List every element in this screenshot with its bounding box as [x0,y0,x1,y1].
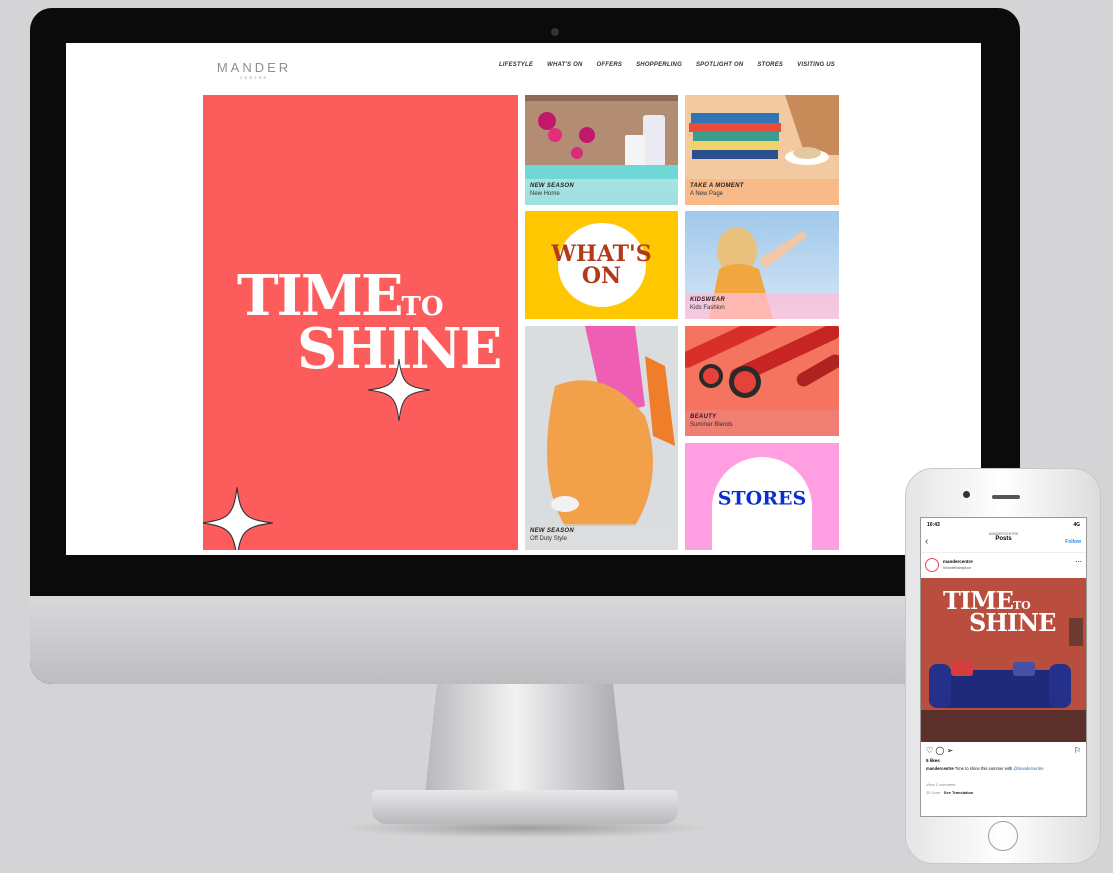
author-location[interactable]: Wolverhampton [943,565,971,570]
imac-stand-neck [425,684,625,794]
status-bar: 10:43 4G [927,522,1080,528]
books-coffee-image [685,95,839,179]
tile-stores[interactable]: STORES [685,443,839,550]
share-send-icon[interactable]: ➢ [947,746,954,755]
sparkle-icon [367,358,431,422]
sparkle-icon [203,487,273,550]
hero-banner[interactable]: TIMETO SHINE [203,95,518,550]
tile-title: KIDSWEAR [690,297,726,303]
comment-icon[interactable]: ◯ [935,746,944,755]
home-decor-image [525,95,678,179]
caption-username[interactable]: mandercentre [926,766,954,771]
tile-new-home[interactable]: NEW SEASON New Home [525,95,678,205]
tile-subtitle: A New Page [690,191,724,197]
instagram-screen: 10:43 4G ‹ MANDERCENTRE Posts Follow man… [920,517,1087,817]
nav-item-offers[interactable]: OFFERS [597,62,623,68]
tile-a-new-page[interactable]: TAKE A MOMENT A New Page [685,95,839,205]
imac-stand-foot [372,790,678,824]
ig-header: ‹ MANDERCENTRE Posts Follow [921,532,1086,553]
stores-label: STORES [717,487,807,510]
tile-title: BEAUTY [690,414,717,420]
imac-chin [30,596,1020,684]
site-logo[interactable]: MANDER CENTRE [216,60,292,80]
more-options-icon[interactable]: ⋯ [1075,558,1082,566]
author-username[interactable]: mandercentre [943,559,973,564]
nav-item-spotlight[interactable]: SPOTLIGHT ON [696,62,743,68]
avatar[interactable] [925,558,939,572]
tile-caption: TAKE A MOMENT A New Page [685,179,839,205]
header-title: Posts [995,536,1012,542]
whats-on-label: WHAT'S ON [551,241,652,289]
tile-caption: NEW SEASON Off Duty Style [525,524,678,550]
tile-subtitle: New Home [530,191,560,197]
tile-beauty[interactable]: BEAUTY Summer Blends [685,326,839,436]
nav-item-stores[interactable]: STORES [757,62,783,68]
earpiece-speaker [992,495,1020,499]
like-heart-icon[interactable]: ♡ [926,746,933,755]
post-action-group: ♡ ◯ ➢ [926,746,953,755]
tile-subtitle: Summer Blends [690,422,733,428]
nav-item-shopperling[interactable]: SHOPPERLING [636,62,682,68]
beauty-products-image [685,326,839,410]
back-chevron-icon[interactable]: ‹ [925,536,928,547]
front-camera-icon [963,491,970,498]
tile-caption: KIDSWEAR Kids Fashion [685,293,839,319]
post-word-shine: SHINE [969,607,1056,637]
post-date: 25 June [926,790,941,795]
nav-item-visiting[interactable]: VISITING US [797,62,835,68]
tile-off-duty[interactable]: NEW SEASON Off Duty Style [525,326,678,550]
post-title: TIMETO SHINE [943,589,1056,635]
post-actions: ♡ ◯ ➢ ⚐ [926,746,1081,755]
fashion-model-image [525,326,678,550]
tile-kidswear[interactable]: KIDSWEAR Kids Fashion [685,211,839,319]
status-signal: 4G [1073,522,1080,528]
tile-caption: BEAUTY Summer Blends [685,410,839,436]
website-viewport: MANDER CENTRE LIFESTYLE WHAT'S ON OFFERS… [66,43,981,555]
home-button[interactable] [988,821,1018,851]
tile-title: TAKE A MOMENT [690,183,744,189]
status-time: 10:43 [927,522,940,528]
post-image[interactable]: TIMETO SHINE [921,578,1086,742]
post-author[interactable]: mandercentre Wolverhampton ⋯ [925,556,1082,576]
iphone: 10:43 4G ‹ MANDERCENTRE Posts Follow man… [905,468,1101,864]
tile-caption: NEW SEASON New Home [525,179,678,205]
caption-text: Time to shine this summer with [953,766,1014,771]
see-translation-link[interactable]: See Translation [944,790,974,795]
logo-text: MANDER [216,60,292,75]
logo-subtext: CENTRE [239,75,269,80]
caption-mention[interactable]: @mandercentre [1014,766,1044,771]
likes-count[interactable]: 5 likes [926,758,940,763]
tile-whats-on[interactable]: WHAT'S ON [525,211,678,319]
tile-subtitle: Kids Fashion [690,305,725,311]
post-caption: mandercentre Time to shine this summer w… [926,766,1081,772]
view-comments-link[interactable]: View 1 comment [926,782,956,787]
tile-title: NEW SEASON [530,528,575,534]
nav-item-whats-on[interactable]: WHAT'S ON [547,62,582,68]
bookmark-icon[interactable]: ⚐ [1074,746,1081,755]
tile-subtitle: Off Duty Style [530,536,567,542]
nav-item-lifestyle[interactable]: LIFESTYLE [499,62,533,68]
post-meta: 25 June · See Translation [926,790,974,795]
tile-title: NEW SEASON [530,183,575,189]
webcam-icon [551,28,559,36]
main-nav: LIFESTYLE WHAT'S ON OFFERS SHOPPERLING S… [499,62,835,68]
follow-button[interactable]: Follow [1065,539,1081,545]
